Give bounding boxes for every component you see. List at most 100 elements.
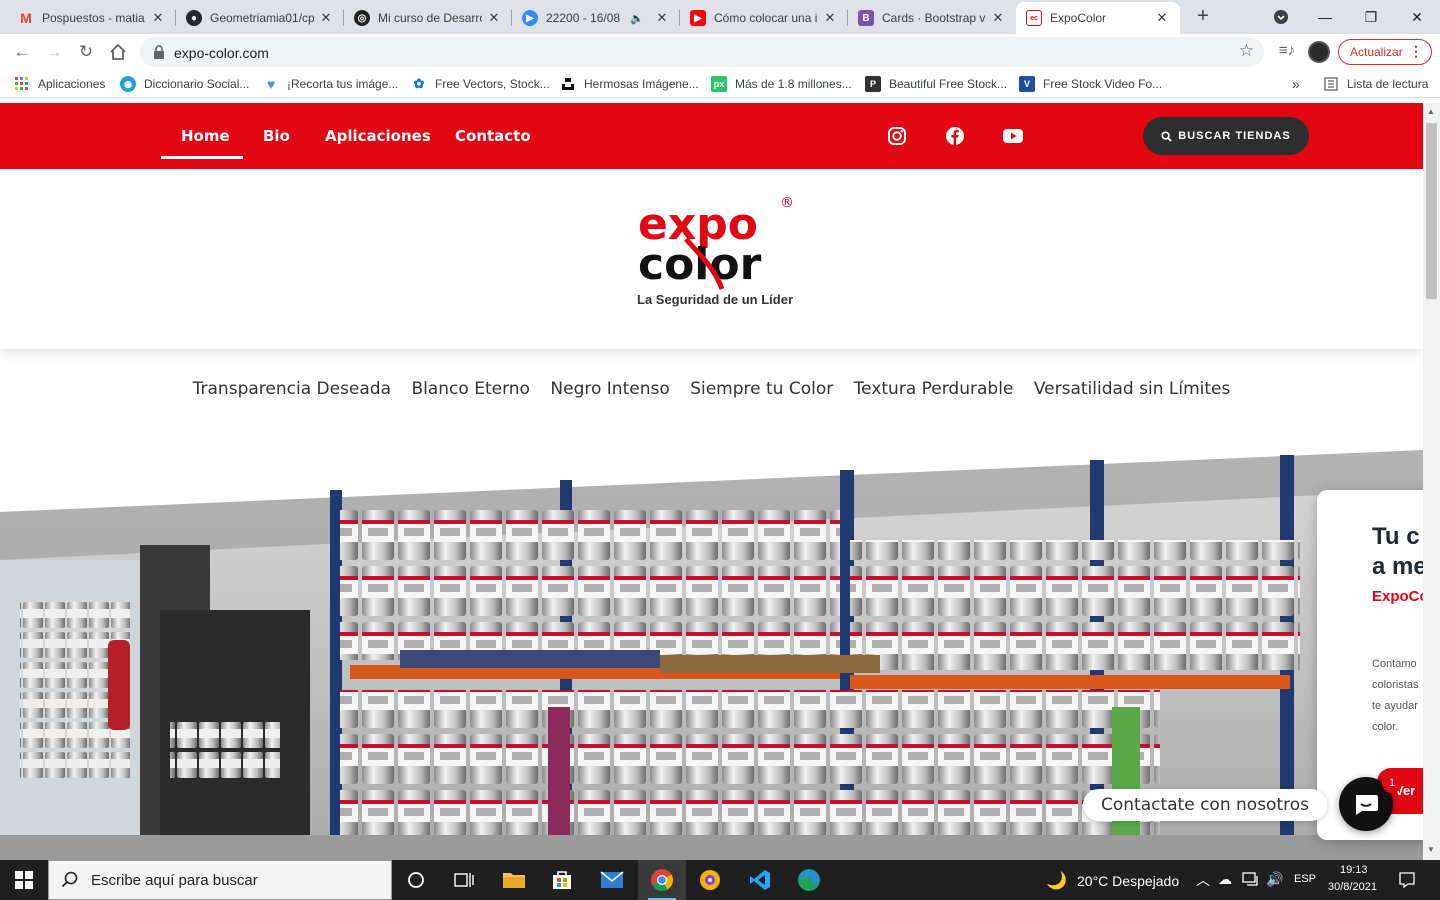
category-link[interactable]: Transparencia Deseada (193, 379, 391, 399)
facebook-icon[interactable] (945, 126, 965, 146)
update-button[interactable]: Actualizar ⋮ (1338, 39, 1432, 65)
videvo-icon: V (1019, 76, 1035, 92)
minimize-button[interactable]: — (1302, 0, 1348, 34)
page-scrollbar[interactable]: ▲ ▼ (1423, 103, 1440, 860)
menu-dots-icon: ⋮ (1409, 43, 1423, 59)
browser-tab[interactable]: M Pospuestos - matia ✕ (8, 2, 176, 34)
brave-browser-icon[interactable] (686, 860, 734, 900)
forward-button[interactable]: → (42, 40, 66, 64)
browser-tab[interactable]: ◎ Mi curso de Desarro ✕ (344, 2, 512, 34)
file-explorer-icon[interactable] (490, 860, 538, 900)
browser-tab-active[interactable]: ec ExpoColor ✕ (1016, 2, 1180, 34)
site-navbar: Home Bio Aplicaciones Contacto BUSCAR TI… (0, 103, 1423, 169)
category-link[interactable]: Versatilidad sin Límites (1034, 379, 1231, 399)
youtube-icon[interactable] (1003, 126, 1023, 146)
github-icon: ● (186, 10, 202, 26)
tray-chevron-icon[interactable]: ︿ (1196, 870, 1210, 890)
category-link[interactable]: Siempre tu Color (690, 379, 833, 399)
language-indicator[interactable]: ESP (1294, 873, 1316, 885)
media-control-icon[interactable]: ≡♪ (1277, 42, 1297, 62)
onedrive-cloud-icon[interactable]: ☁ (1218, 871, 1232, 888)
browser-tab[interactable]: ▶ Cómo colocar una i ✕ (680, 2, 848, 34)
new-tab-button[interactable]: + (1192, 6, 1214, 28)
weather-text[interactable]: 20°C Despejado (1077, 873, 1179, 889)
expocolor-logo[interactable]: expo color ® La Seguridad de un Líder (636, 193, 806, 313)
youtube-icon: ▶ (690, 10, 706, 26)
start-button[interactable] (0, 860, 48, 900)
close-icon[interactable]: ✕ (654, 10, 670, 26)
task-view-icon[interactable] (440, 860, 488, 900)
nav-contacto[interactable]: Contacto (455, 127, 531, 145)
restore-button[interactable]: ❐ (1348, 0, 1394, 34)
close-window-button[interactable]: ✕ (1394, 0, 1440, 34)
browser-tab[interactable]: ▶ 22200 - 16/08 🔈 ✕ (512, 2, 680, 34)
close-icon[interactable]: ✕ (318, 10, 334, 26)
bookmark-item[interactable]: Aplicaciones (14, 75, 105, 93)
bookmark-item[interactable]: P Beautiful Free Stock... (865, 75, 1007, 93)
chrome-icon[interactable] (638, 860, 686, 900)
bookmark-item[interactable]: ✿ Free Vectors, Stock... (411, 75, 550, 93)
more-bookmarks-button[interactable]: » (1292, 75, 1300, 93)
pixabay-icon: px (711, 76, 727, 92)
instagram-icon[interactable] (887, 126, 907, 146)
close-icon[interactable]: ✕ (486, 10, 502, 26)
reading-list-button[interactable]: Lista de lectura (1323, 75, 1428, 93)
scroll-down-icon[interactable]: ▼ (1427, 845, 1435, 854)
zoom-icon: ▶ (522, 10, 538, 26)
browser-tab[interactable]: B Cards · Bootstrap v5 ✕ (848, 2, 1016, 34)
search-stores-button[interactable]: BUSCAR TIENDAS (1143, 117, 1309, 155)
scroll-up-icon[interactable]: ▲ (1427, 107, 1435, 116)
reload-button[interactable]: ↻ (74, 40, 98, 64)
chat-icon (1356, 795, 1378, 815)
windows-taskbar: Escribe aquí para buscar 🌙 20°C Despejad… (0, 860, 1440, 900)
speaker-icon[interactable]: 🔈 (630, 12, 644, 25)
profile-avatar[interactable] (1308, 41, 1330, 63)
hero-card-brand: ExpoCo (1372, 588, 1423, 605)
store-icon[interactable] (538, 860, 586, 900)
search-icon (1161, 130, 1173, 142)
close-icon[interactable]: ✕ (1154, 10, 1170, 26)
notification-center-icon[interactable] (1398, 871, 1416, 889)
network-icon[interactable] (1242, 872, 1260, 888)
reading-list-icon (1323, 76, 1339, 92)
registered-mark: ® (780, 195, 794, 211)
category-link[interactable]: Negro Intenso (550, 379, 669, 399)
category-link[interactable]: Textura Perdurable (854, 379, 1014, 399)
address-bar[interactable]: expo-color.com ☆ (140, 37, 1264, 67)
bookmark-item[interactable]: px Más de 1.8 millones... (711, 75, 852, 93)
nav-bio[interactable]: Bio (263, 127, 290, 145)
mail-icon[interactable] (588, 860, 636, 900)
tab-search-icon[interactable] (1258, 0, 1304, 34)
home-button[interactable] (106, 40, 130, 64)
close-icon[interactable]: ✕ (822, 10, 838, 26)
bookmark-item[interactable]: V Free Stock Video Fo... (1019, 75, 1162, 93)
bookmark-item[interactable]: Hermosas Imágene... (560, 75, 699, 93)
gmail-icon: M (20, 10, 32, 26)
course-icon: ◎ (354, 10, 370, 26)
windows-logo-icon (15, 871, 33, 889)
edge-icon[interactable] (785, 860, 833, 900)
volume-icon[interactable]: 🔊 (1266, 871, 1283, 888)
taskbar-search-box[interactable]: Escribe aquí para buscar (48, 860, 392, 900)
browser-toolbar: ← → ↻ expo-color.com ☆ ≡♪ Actualizar ⋮ (0, 34, 1440, 70)
url-text: expo-color.com (174, 45, 269, 61)
back-button[interactable]: ← (10, 40, 34, 64)
bookmark-star-icon[interactable]: ☆ (1239, 41, 1254, 61)
category-link[interactable]: Blanco Eterno (411, 379, 529, 399)
clock-time[interactable]: 19:13 (1340, 864, 1368, 876)
clock-date[interactable]: 30/8/2021 (1328, 881, 1377, 893)
vscode-icon[interactable] (736, 860, 784, 900)
nav-home[interactable]: Home (181, 127, 230, 145)
bookmark-item[interactable]: ♥ ¡Recorta tus imáge... (263, 75, 399, 93)
scrollbar-thumb[interactable] (1426, 123, 1437, 299)
browser-tab[interactable]: ● Geometriamia01/cp ✕ (176, 2, 344, 34)
heart-icon: ♥ (266, 76, 276, 92)
close-icon[interactable]: ✕ (990, 10, 1006, 26)
bookmark-item[interactable]: ◉ Diccionario Social... (120, 75, 249, 93)
category-nav: Transparencia Deseada Blanco Eterno Negr… (0, 379, 1423, 409)
web-page: Home Bio Aplicaciones Contacto BUSCAR TI… (0, 103, 1423, 860)
cortana-icon[interactable] (392, 860, 440, 900)
contact-us-pill[interactable]: Contactate con nosotros (1083, 789, 1327, 821)
close-icon[interactable]: ✕ (150, 10, 166, 26)
nav-aplicaciones[interactable]: Aplicaciones (325, 127, 431, 145)
